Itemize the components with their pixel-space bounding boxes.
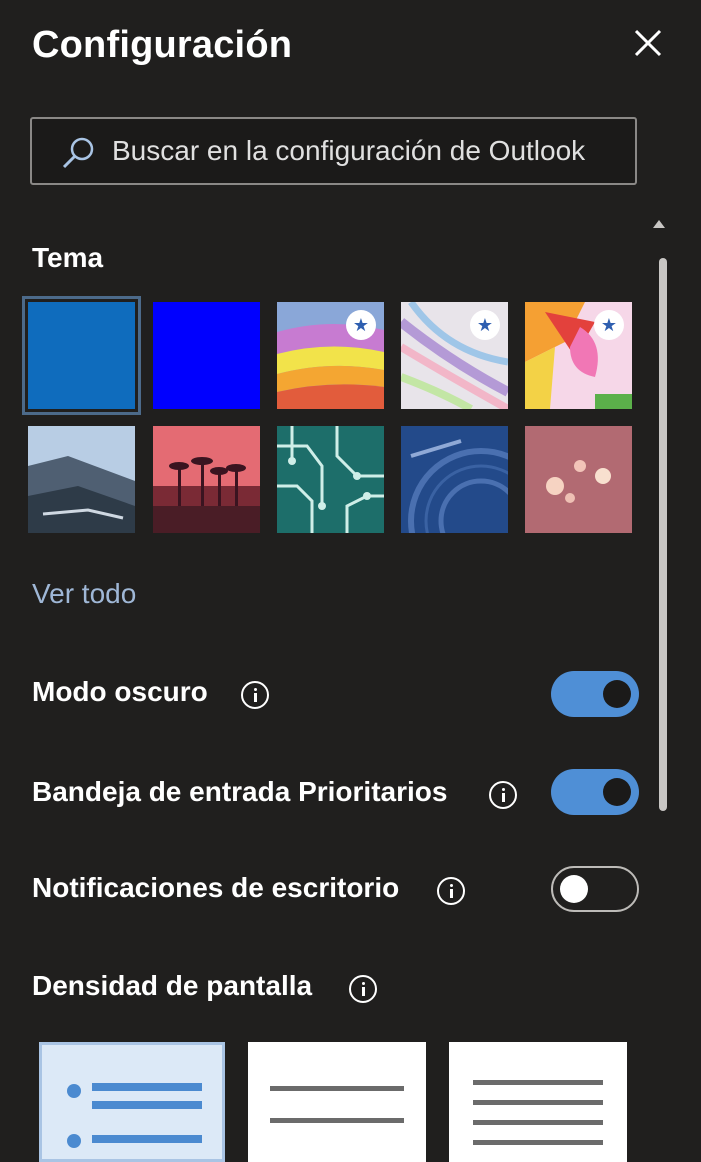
theme-tile-rainbow[interactable]: ★ <box>277 302 384 409</box>
close-icon[interactable] <box>630 25 666 61</box>
info-icon[interactable] <box>489 781 517 809</box>
focused-inbox-label: Bandeja de entrada Prioritarios <box>32 776 448 807</box>
premium-star-icon: ★ <box>594 310 624 340</box>
scrollbar-thumb[interactable] <box>659 258 667 811</box>
theme-tile-bokeh-pink[interactable] <box>525 426 632 533</box>
search-icon <box>62 137 94 169</box>
dark-mode-label: Modo oscuro <box>32 676 208 707</box>
theme-tile-mountains[interactable] <box>28 426 135 533</box>
premium-star-icon: ★ <box>470 310 500 340</box>
search-input[interactable] <box>112 131 632 171</box>
focused-inbox-toggle[interactable] <box>551 769 639 815</box>
theme-tile-blue[interactable] <box>22 296 141 415</box>
theme-section-label: Tema <box>32 242 104 273</box>
scroll-up-arrow-icon[interactable] <box>653 220 665 228</box>
premium-star-icon: ★ <box>346 310 376 340</box>
panel-title: Configuración <box>32 24 293 66</box>
desktop-notifications-toggle[interactable] <box>551 866 639 912</box>
settings-panel: Configuración Tema ★ <box>0 0 701 1162</box>
theme-tile-palm-sunset[interactable] <box>153 426 260 533</box>
theme-tile-blue-texture[interactable] <box>401 426 508 533</box>
theme-tile-circuit[interactable] <box>277 426 384 533</box>
desktop-notifications-label: Notificaciones de escritorio <box>32 872 400 903</box>
info-icon[interactable] <box>437 877 465 905</box>
info-icon[interactable] <box>241 681 269 709</box>
info-icon[interactable] <box>349 975 377 1003</box>
density-option-medium[interactable] <box>248 1042 426 1162</box>
theme-tile-bright-blue[interactable] <box>153 302 260 409</box>
dark-mode-toggle[interactable] <box>551 671 639 717</box>
theme-tile-pastel-lines[interactable]: ★ <box>401 302 508 409</box>
density-option-full[interactable] <box>39 1042 225 1162</box>
theme-tile-colorful-art[interactable]: ★ <box>525 302 632 409</box>
search-box[interactable] <box>30 117 637 185</box>
density-section-label: Densidad de pantalla <box>32 970 313 1001</box>
density-option-compact[interactable] <box>449 1042 627 1162</box>
see-all-themes-link[interactable]: Ver todo <box>32 578 136 610</box>
